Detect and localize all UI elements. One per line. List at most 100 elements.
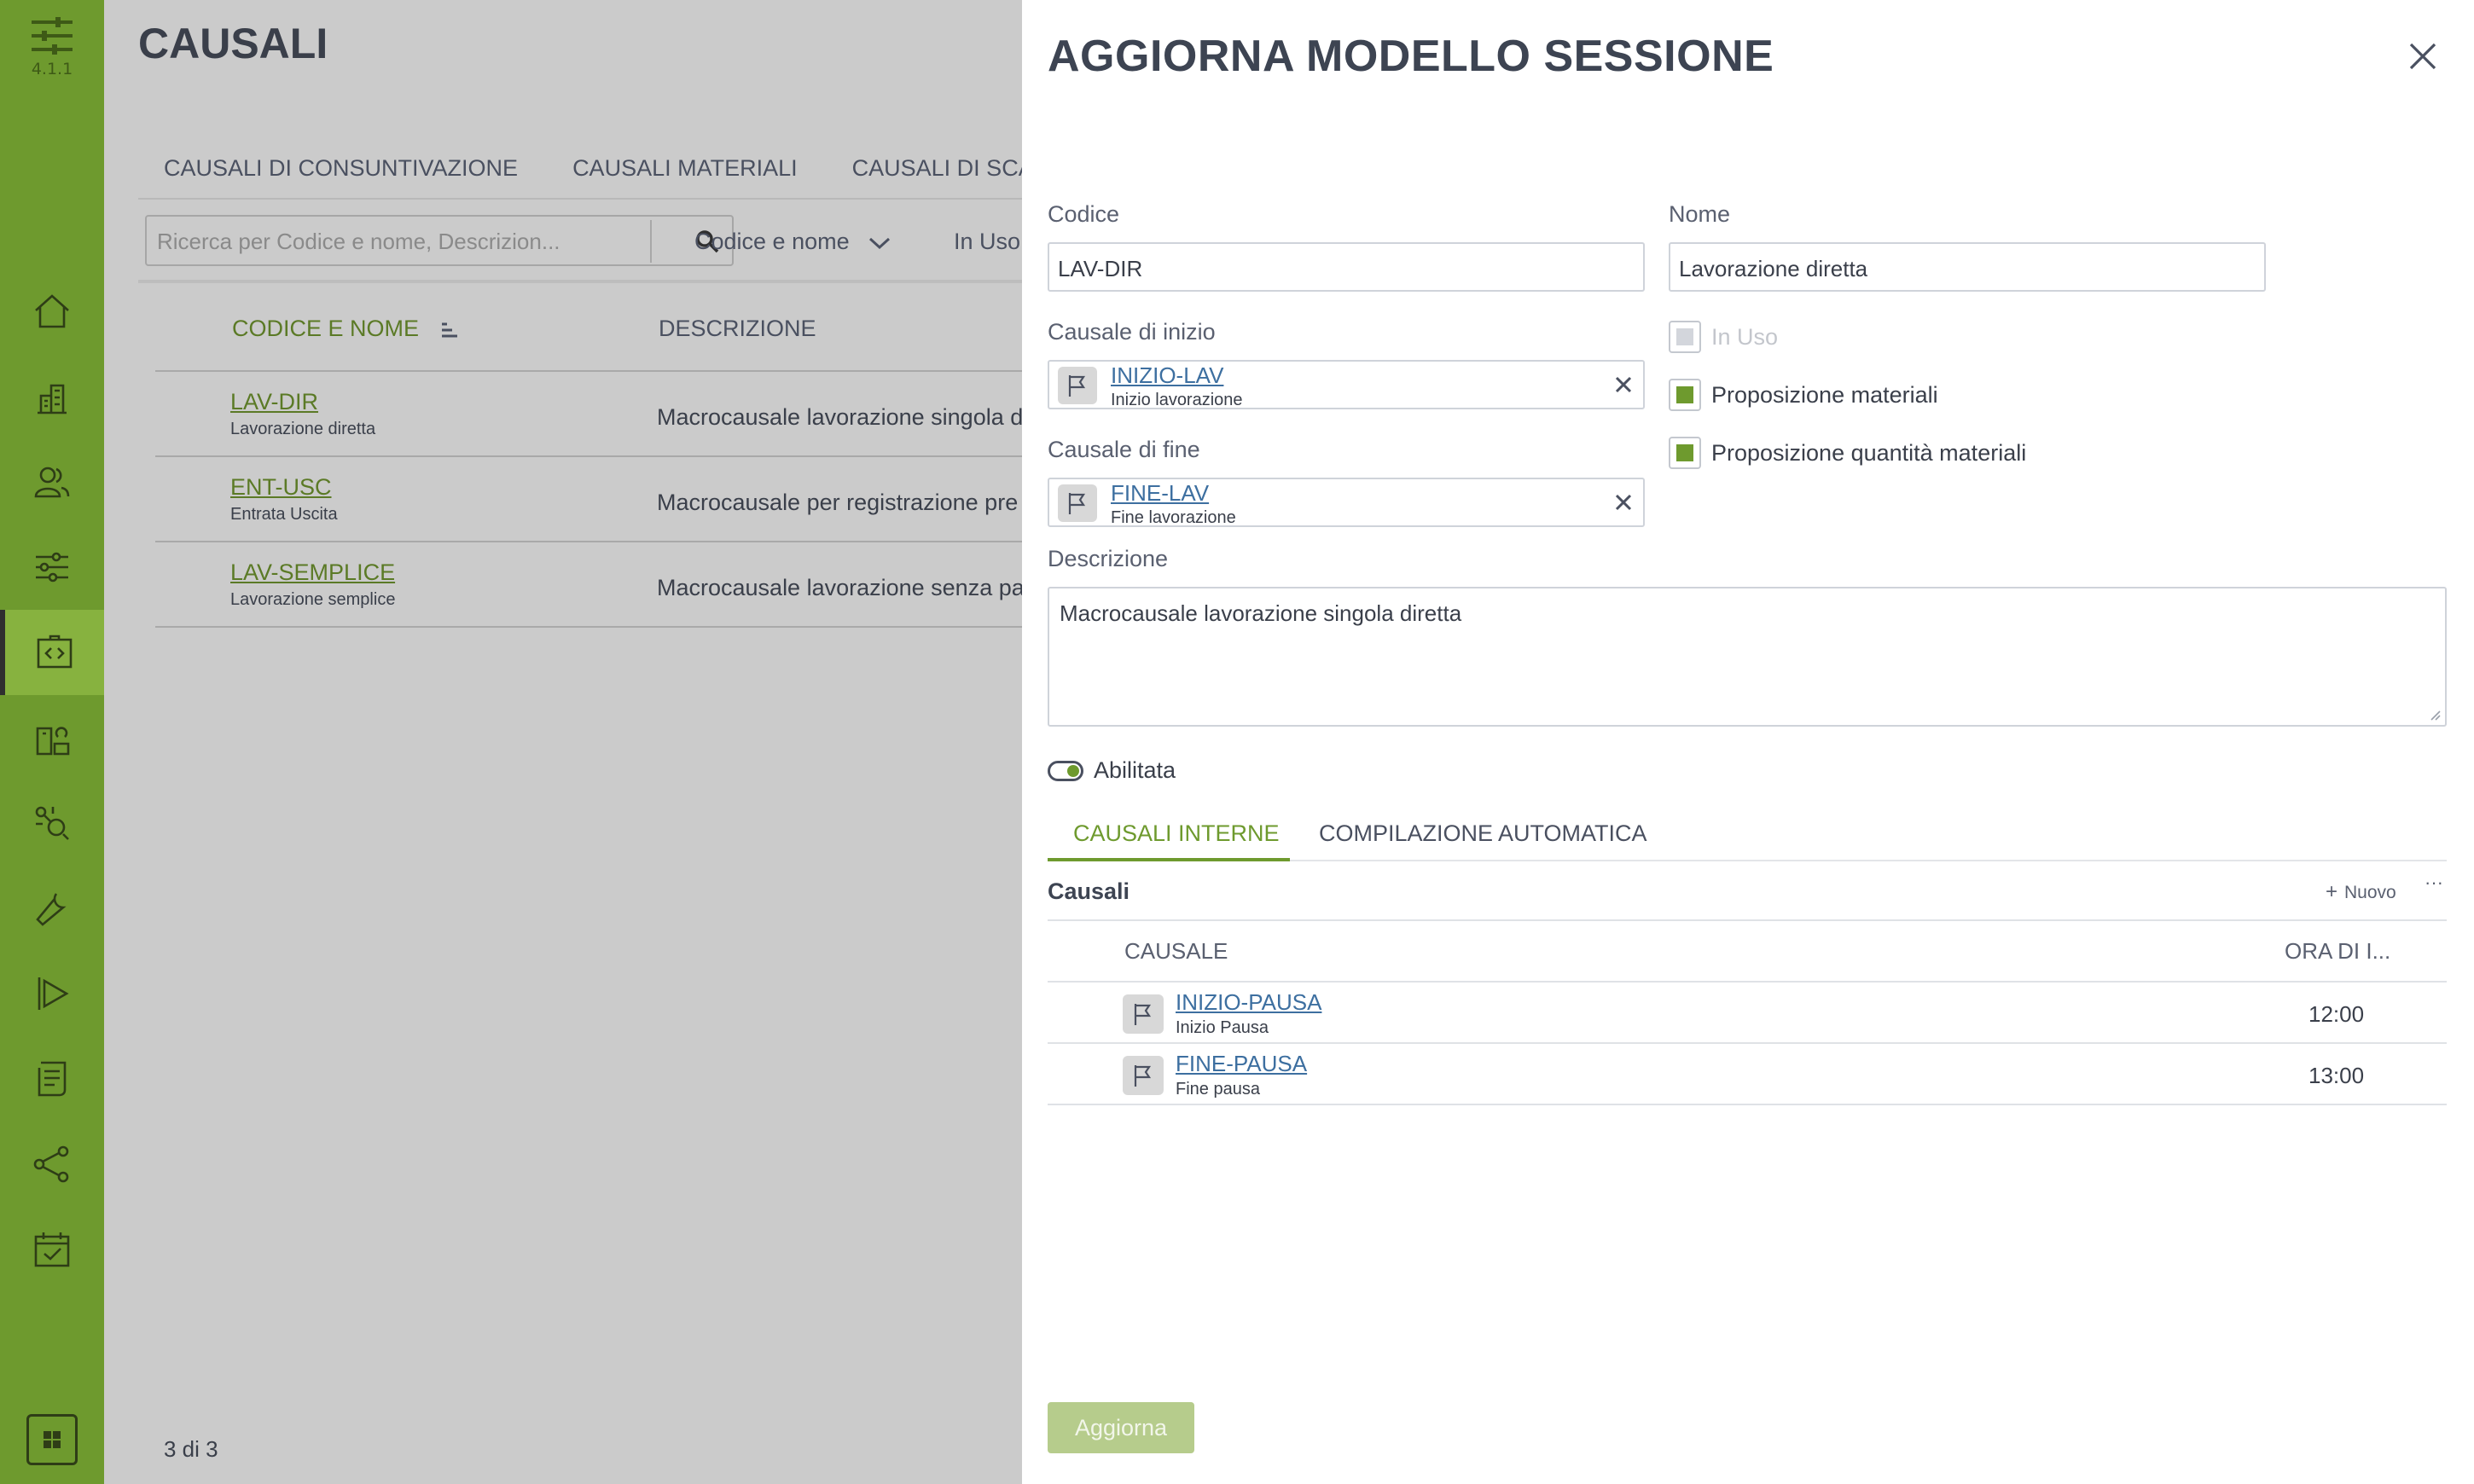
abilitata-toggle[interactable] xyxy=(1048,761,1083,781)
table-row[interactable]: LAV-SEMPLICE Lavorazione semplice Macroc… xyxy=(104,542,1025,628)
proposizione-quantita-checkbox[interactable] xyxy=(1669,437,1701,469)
add-new-button[interactable]: + Nuovo xyxy=(2326,880,2396,904)
nav-tools[interactable] xyxy=(0,866,104,951)
users-icon xyxy=(34,467,70,498)
active-tab-indicator xyxy=(1048,858,1290,861)
apps-grid-button[interactable] xyxy=(26,1414,78,1465)
table-row[interactable]: LAV-DIR Lavorazione diretta Macrocausale… xyxy=(104,372,1024,457)
causali-page: CAUSALI CAUSALI DI CONSUNTIVAZIONE CAUSA… xyxy=(104,0,1064,1484)
nav-session-models[interactable] xyxy=(0,610,104,695)
nav-process[interactable] xyxy=(0,780,104,866)
row-divider xyxy=(155,626,1022,628)
table-row[interactable]: FINE-PAUSA Fine pausa 13:00 xyxy=(1048,1044,2447,1105)
in-uso-checkbox xyxy=(1669,321,1701,353)
descrizione-label: Descrizione xyxy=(1048,546,1169,571)
causale-fine-label: Causale di fine xyxy=(1048,437,1200,462)
in-uso-filter[interactable]: In Uso xyxy=(954,229,1020,255)
resize-handle-icon[interactable] xyxy=(2428,708,2442,722)
column-header-description[interactable]: DESCRIZIONE xyxy=(659,316,816,342)
document-icon xyxy=(38,1061,67,1097)
causale-inizio-code-link[interactable]: INIZIO-LAV xyxy=(1111,362,1223,389)
causale-inizio-label: Causale di inizio xyxy=(1048,319,1216,345)
descrizione-textarea[interactable]: Macrocausale lavorazione singola diretta xyxy=(1048,587,2447,727)
abilitata-label: Abilitata xyxy=(1094,757,1176,783)
app-version: 4.1.1 xyxy=(31,60,73,78)
filter-divider xyxy=(650,220,652,263)
row-description: Macrocausale lavorazione singola d xyxy=(657,404,1024,430)
nav-reports[interactable] xyxy=(0,1036,104,1122)
tab-causali-materiali[interactable]: CAUSALI MATERIALI xyxy=(572,155,798,182)
descrizione-value: Macrocausale lavorazione singola diretta xyxy=(1060,600,1462,626)
nav-share[interactable] xyxy=(0,1122,104,1207)
aggiorna-button[interactable]: Aggiorna xyxy=(1048,1402,1194,1453)
close-icon[interactable] xyxy=(2406,39,2440,73)
chevron-down-icon xyxy=(869,237,891,249)
causale-inizio-field[interactable]: INIZIO-LAV Inizio lavorazione xyxy=(1048,360,1645,409)
causale-fine-name: Fine lavorazione xyxy=(1111,508,1236,527)
table-row[interactable]: INIZIO-PAUSA Inizio Pausa 12:00 xyxy=(1048,983,2447,1044)
causale-name: Fine pausa xyxy=(1176,1080,1260,1099)
nav-settings[interactable] xyxy=(0,525,104,610)
codice-field[interactable]: LAV-DIR xyxy=(1048,242,1645,292)
nav-home[interactable] xyxy=(0,269,104,354)
grid-icon xyxy=(44,1431,61,1448)
causale-fine-code-link[interactable]: FINE-LAV xyxy=(1111,480,1209,507)
column-header-causale[interactable]: CAUSALE xyxy=(1124,938,1228,965)
results-count: 3 di 3 xyxy=(164,1436,218,1462)
nome-value: Lavorazione diretta xyxy=(1679,256,1868,281)
row-name: Entrata Uscita xyxy=(230,505,338,524)
proposizione-materiali-label: Proposizione materiali xyxy=(1711,382,1938,408)
table-row[interactable]: ENT-USC Entrata Uscita Macrocausale per … xyxy=(104,457,1022,542)
row-code-link[interactable]: ENT-USC xyxy=(230,474,332,501)
causale-code-link[interactable]: INIZIO-PAUSA xyxy=(1176,989,1321,1016)
search-placeholder: Ricerca per Codice e nome, Descrizion... xyxy=(157,229,560,254)
causale-code-link[interactable]: FINE-PAUSA xyxy=(1176,1051,1307,1077)
nome-field[interactable]: Lavorazione diretta xyxy=(1669,242,2266,292)
tab-causali-consuntivazione[interactable]: CAUSALI DI CONSUNTIVAZIONE xyxy=(164,155,518,182)
causale-time: 12:00 xyxy=(2308,1001,2365,1027)
row-description: Macrocausale per registrazione pre xyxy=(657,490,1019,515)
codice-value: LAV-DIR xyxy=(1058,256,1143,281)
nav-calendar[interactable] xyxy=(0,1207,104,1292)
nav-devices[interactable] xyxy=(0,695,104,780)
causali-section-title: Causali xyxy=(1048,878,1130,904)
row-description: Macrocausale lavorazione senza pa xyxy=(657,575,1025,600)
nav-buildings[interactable] xyxy=(0,354,104,439)
causale-inizio-name: Inizio lavorazione xyxy=(1111,391,1243,409)
flag-icon xyxy=(1123,994,1164,1034)
more-options-button[interactable]: ··· xyxy=(2425,872,2443,894)
process-icon xyxy=(35,806,69,840)
in-uso-label: In Uso xyxy=(1711,324,1779,350)
search-input[interactable]: Ricerca per Codice e nome, Descrizion... xyxy=(145,215,734,266)
flag-icon xyxy=(1058,484,1097,522)
row-divider xyxy=(1048,1104,2447,1105)
proposizione-materiali-checkbox[interactable] xyxy=(1669,379,1701,411)
row-code-link[interactable]: LAV-SEMPLICE xyxy=(230,559,395,586)
flag-icon xyxy=(1123,1056,1164,1095)
toolbar-divider xyxy=(138,280,1022,283)
wrench-icon xyxy=(36,893,67,926)
nav-run[interactable] xyxy=(0,951,104,1036)
proposizione-quantita-label: Proposizione quantità materiali xyxy=(1711,440,2027,466)
devices-icon xyxy=(36,727,70,756)
clear-icon[interactable] xyxy=(1614,493,1633,512)
row-code-link[interactable]: LAV-DIR xyxy=(230,389,318,415)
app-sidebar: 4.1.1 xyxy=(0,0,104,1484)
tab-compilazione-automatica[interactable]: COMPILAZIONE AUTOMATICA xyxy=(1319,820,1647,847)
page-title: CAUSALI xyxy=(138,20,328,67)
building-icon xyxy=(38,384,67,414)
column-header-code-label: CODICE E NOME xyxy=(232,316,420,341)
sort-dropdown-label: Codice e nome xyxy=(694,229,850,254)
section-divider xyxy=(1048,919,2447,921)
home-icon xyxy=(35,294,69,328)
column-header-ora[interactable]: ORA DI I... xyxy=(2285,938,2390,965)
column-header-code[interactable]: CODICE E NOME xyxy=(232,316,458,342)
nav-users[interactable] xyxy=(0,439,104,525)
tab-causali-interne[interactable]: CAUSALI INTERNE xyxy=(1073,820,1280,847)
sliders-icon xyxy=(36,552,68,583)
causale-time: 13:00 xyxy=(2308,1063,2365,1088)
causale-fine-field[interactable]: FINE-LAV Fine lavorazione xyxy=(1048,478,1645,527)
page-tabs: CAUSALI DI CONSUNTIVAZIONE CAUSALI MATER… xyxy=(164,155,1064,182)
clear-icon[interactable] xyxy=(1614,375,1633,394)
sort-dropdown[interactable]: Codice e nome xyxy=(694,229,891,255)
